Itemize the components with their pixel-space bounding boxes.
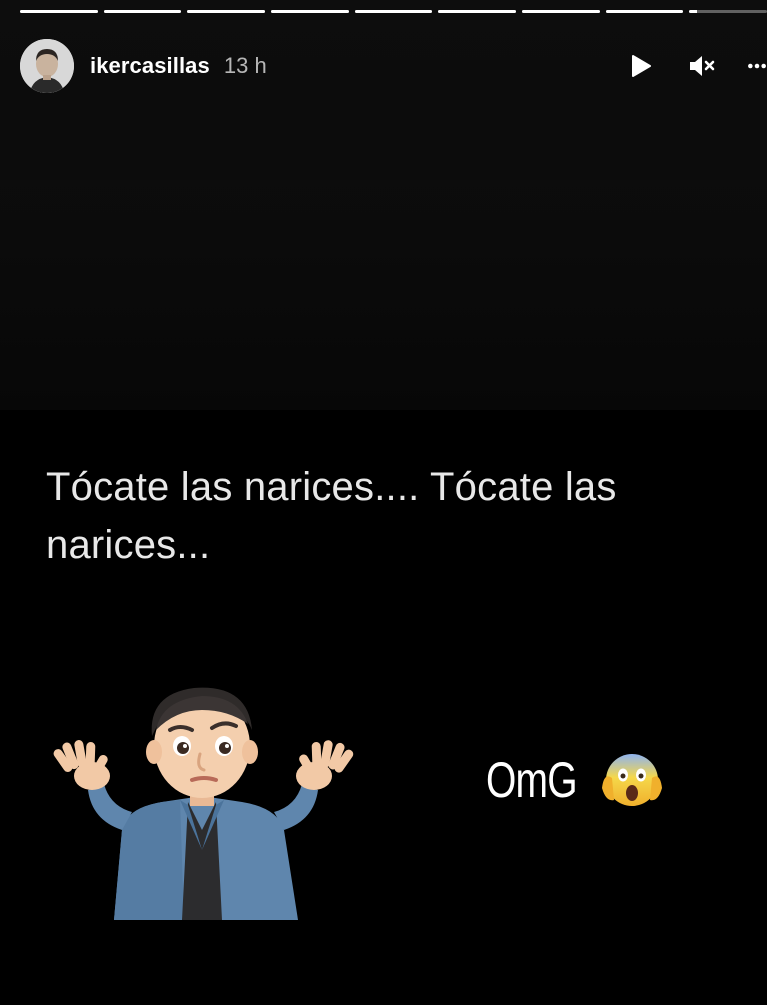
user-avatar[interactable] (20, 39, 74, 93)
post-time: 13 h (223, 53, 267, 78)
story-progress-bar (20, 10, 767, 14)
progress-segment-fill (605, 10, 684, 13)
progress-segment-fill (354, 10, 433, 13)
progress-segment-fill (271, 10, 349, 13)
username-link[interactable]: ikercasillas (90, 53, 210, 79)
more-options-button[interactable] (747, 49, 767, 83)
progress-segment (522, 10, 600, 13)
progress-segment-fill (522, 10, 600, 13)
omg-sticker: OmG (486, 748, 664, 812)
progress-segment (689, 10, 767, 13)
face-screaming-in-fear-icon (602, 754, 662, 806)
play-button[interactable] (623, 49, 657, 83)
progress-segment (187, 10, 266, 13)
story-viewer[interactable]: ikercasillas 13 h Tócate las narices....… (0, 0, 767, 1005)
mute-button[interactable] (685, 49, 719, 83)
story-caption: Tócate las narices.... Tócate las narice… (46, 465, 617, 567)
progress-segment (605, 10, 684, 13)
shrugging-memoji-sticker (53, 687, 354, 920)
progress-segment-fill (689, 10, 698, 13)
progress-segment (103, 10, 182, 13)
progress-segment-fill (103, 10, 182, 13)
progress-segment (438, 10, 517, 13)
progress-segment (20, 10, 98, 13)
progress-segment (354, 10, 433, 13)
more-options-icon (748, 63, 766, 69)
play-icon (632, 55, 651, 77)
muted-speaker-icon (690, 56, 715, 76)
progress-segment-fill (20, 10, 98, 13)
story-header: ikercasillas 13 h (20, 38, 767, 94)
progress-segment (271, 10, 349, 13)
story-controls (623, 38, 767, 94)
progress-segment-fill (187, 10, 266, 13)
omg-text: OmG (486, 752, 578, 808)
progress-segment-fill (438, 10, 517, 13)
